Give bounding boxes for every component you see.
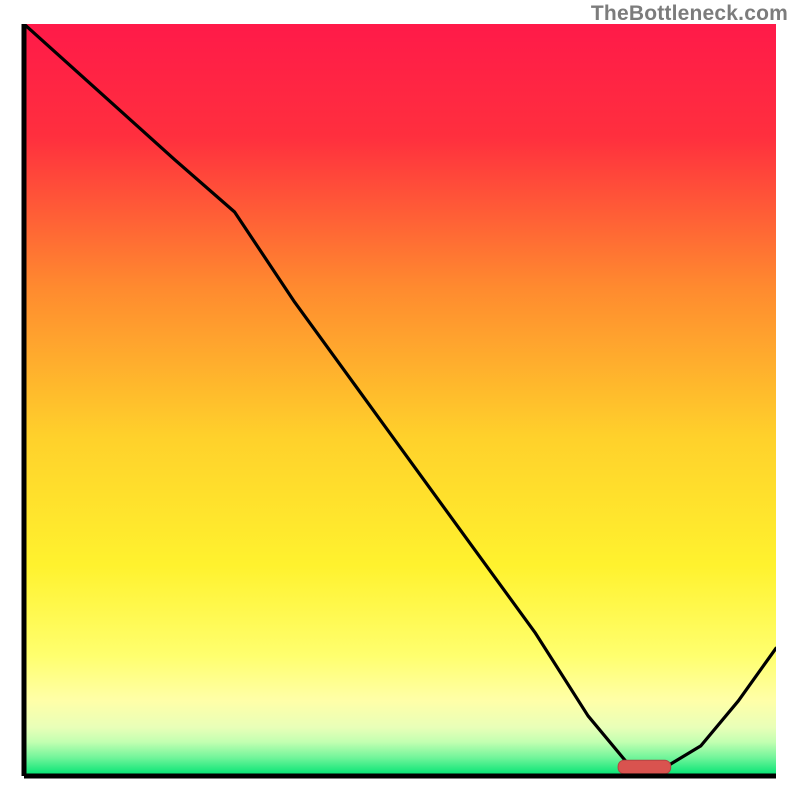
mismatch-curve [24, 24, 776, 769]
plot-area [24, 24, 776, 776]
bottleneck-chart: TheBottleneck.com [0, 0, 800, 800]
watermark-label: TheBottleneck.com [591, 2, 788, 26]
curve-layer [24, 24, 776, 776]
optimal-range-marker [618, 760, 671, 774]
